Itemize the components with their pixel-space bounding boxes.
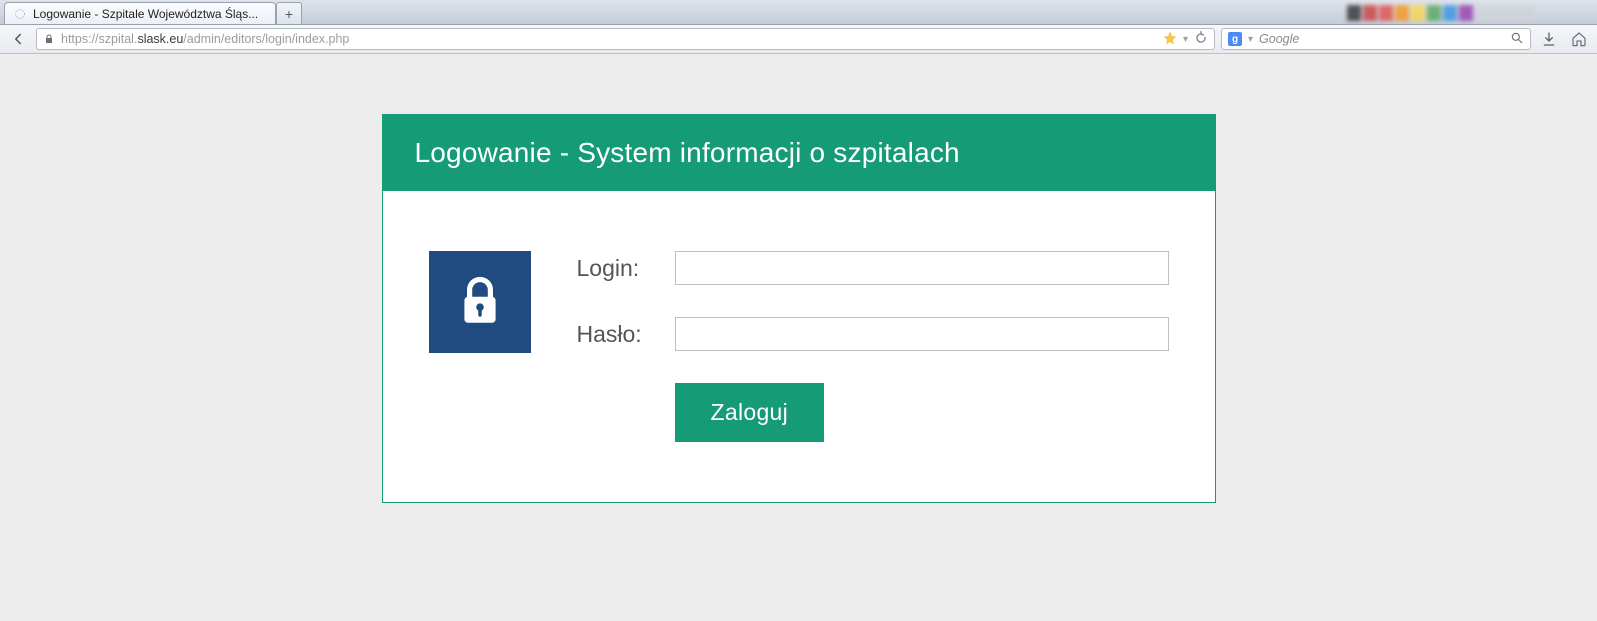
browser-tab-active[interactable]: Logowanie - Szpitale Województwa Śląs... [4,2,276,24]
login-label: Login: [577,255,647,282]
new-tab-button[interactable]: + [276,2,302,24]
page-viewport: Logowanie - System informacji o szpitala… [0,114,1597,621]
search-icon[interactable] [1510,31,1524,48]
lock-icon [429,251,531,353]
background-window-blur [827,0,1597,25]
bookmark-star-icon[interactable] [1163,31,1177,48]
url-text: https://szpital.slask.eu/admin/editors/l… [61,32,1157,46]
login-body: Login: Hasło: Zaloguj [383,191,1215,502]
globe-icon [13,7,27,21]
url-bar[interactable]: https://szpital.slask.eu/admin/editors/l… [36,28,1215,50]
login-header: Logowanie - System informacji o szpitala… [383,115,1215,191]
url-bar-actions: ▾ [1163,31,1208,48]
tab-title: Logowanie - Szpitale Województwa Śląs... [33,7,267,21]
password-label: Hasło: [577,321,647,348]
browser-tab-strip: Logowanie - Szpitale Województwa Śląs...… [0,0,1597,25]
search-bar[interactable]: g ▾ Google [1221,28,1531,50]
login-input[interactable] [675,251,1169,285]
lock-icon [43,33,55,45]
browser-nav-bar: https://szpital.slask.eu/admin/editors/l… [0,25,1597,54]
home-button[interactable] [1567,27,1591,51]
submit-button[interactable]: Zaloguj [675,383,825,442]
login-form: Login: Hasło: Zaloguj [577,251,1169,442]
password-input[interactable] [675,317,1169,351]
back-button[interactable] [6,27,30,51]
submit-row: Zaloguj [577,383,1169,442]
search-placeholder: Google [1259,32,1504,46]
login-row: Login: [577,251,1169,285]
chevron-down-icon[interactable]: ▾ [1248,34,1253,45]
google-icon: g [1228,32,1242,46]
password-row: Hasło: [577,317,1169,351]
login-card: Logowanie - System informacji o szpitala… [382,114,1216,503]
reload-icon[interactable] [1194,31,1208,48]
chevron-down-icon[interactable]: ▾ [1183,34,1188,45]
downloads-button[interactable] [1537,27,1561,51]
